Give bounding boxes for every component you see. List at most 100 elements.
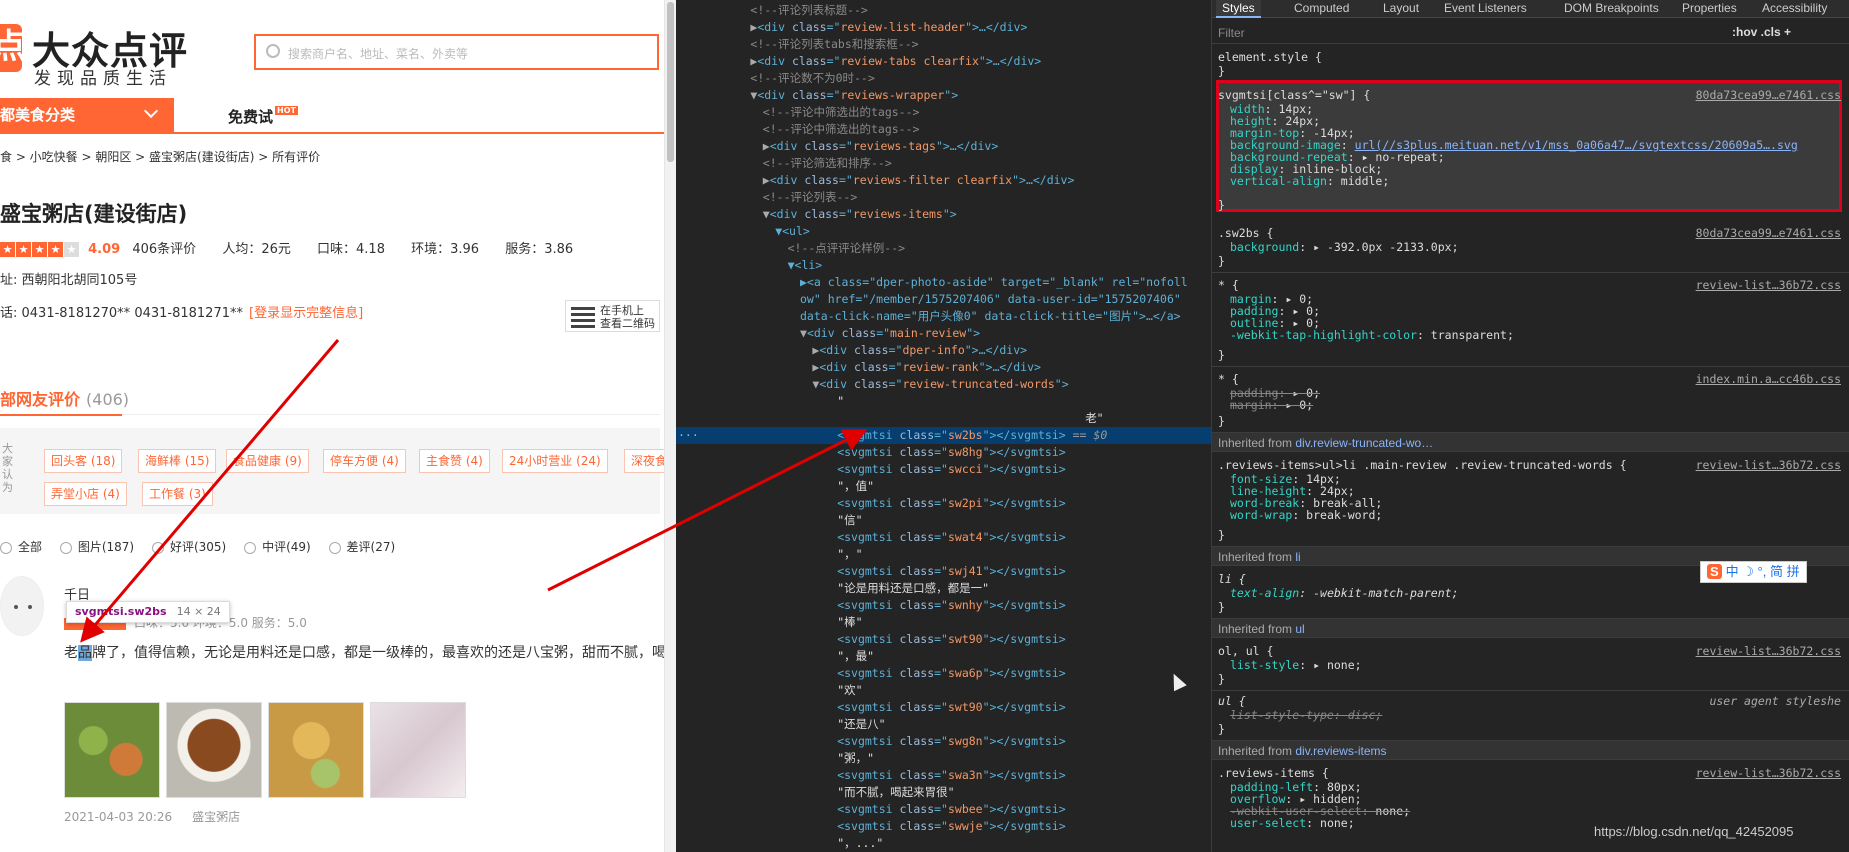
review-photo[interactable] xyxy=(64,702,160,798)
css-property[interactable]: vertical-align: middle; xyxy=(1230,174,1389,188)
review-tag[interactable]: 停车方便 (4) xyxy=(323,449,406,473)
rule7-prop[interactable]: list-style: ▸ none; xyxy=(1230,658,1362,672)
dom-text-node[interactable]: "还是八" xyxy=(676,716,1211,733)
avatar[interactable] xyxy=(0,576,44,636)
dom-text-node[interactable]: " xyxy=(676,393,1211,410)
inherited-element[interactable]: ul xyxy=(1295,622,1304,636)
dom-node-svgmtsi[interactable]: <svgmtsi class="swat4"></svgmtsi> xyxy=(676,529,1211,546)
dom-node[interactable]: ▼<div class="reviews-items"> xyxy=(676,206,1211,223)
dom-node-svgmtsi[interactable]: <svgmtsi class="swj41"></svgmtsi> xyxy=(676,563,1211,580)
free-trial-link[interactable]: 免费试 HOT xyxy=(228,106,298,127)
tab-layout[interactable]: Layout xyxy=(1383,0,1419,18)
dom-node[interactable]: ▶<div class="dper-info">…</div> xyxy=(676,342,1211,359)
tab-event-listeners[interactable]: Event Listeners xyxy=(1444,0,1527,18)
dom-node-svgmtsi[interactable]: <svgmtsi class="swt90"></svgmtsi> xyxy=(676,699,1211,716)
dom-node-svgmtsi[interactable]: <svgmtsi class="sw2bs"></svgmtsi> == $0 ·… xyxy=(676,427,1211,444)
dom-node[interactable]: ▼<div class="review-truncated-words"> xyxy=(676,376,1211,393)
filter-positive[interactable]: 好评(305) xyxy=(151,540,226,554)
tab-styles[interactable]: Styles xyxy=(1216,0,1261,18)
rule2-selector[interactable]: .sw2bs { xyxy=(1218,226,1273,240)
styles-filter-input[interactable]: Filter xyxy=(1218,26,1245,40)
dom-comment[interactable]: <!--点评评论样例--> xyxy=(676,240,1211,257)
element-style-rule[interactable]: element.style { xyxy=(1218,50,1322,64)
dom-text-node[interactable]: "棒" xyxy=(676,614,1211,631)
review-tag[interactable]: 回头客 (18) xyxy=(44,449,123,473)
rule4-source-link[interactable]: index.min.a…cc46b.css xyxy=(1696,372,1841,386)
dom-text-node[interactable]: "论是用料还是口感，都是一" xyxy=(676,580,1211,597)
review-photo[interactable] xyxy=(166,702,262,798)
node-menu-icon[interactable]: ··· xyxy=(678,427,699,444)
login-show-phone-link[interactable]: [登录显示完整信息] xyxy=(249,306,363,321)
inherited-element[interactable]: div.review-truncated-wo… xyxy=(1295,436,1433,450)
rule4-selector[interactable]: * { xyxy=(1218,372,1239,386)
dom-comment[interactable]: <!--评论中筛选出的tags--> xyxy=(676,104,1211,121)
rule7-selector[interactable]: ol, ul { xyxy=(1218,644,1273,658)
dom-node[interactable]: ▼<ul> xyxy=(676,223,1211,240)
dom-node-svgmtsi[interactable]: <svgmtsi class="swa6p"></svgmtsi> xyxy=(676,665,1211,682)
filter-negative[interactable]: 差评(27) xyxy=(328,540,395,554)
rule9-selector[interactable]: .reviews-items { xyxy=(1218,766,1329,780)
review-tag[interactable]: 海鲜棒 (15) xyxy=(138,449,217,473)
review-tag[interactable]: 主食赞 (4) xyxy=(419,449,490,473)
qr-code-button[interactable]: 在手机上 查看二维码 xyxy=(565,300,660,332)
dom-node[interactable]: ▶<div class="reviews-filter clearfix">…<… xyxy=(676,172,1211,189)
filter-neutral[interactable]: 中评(49) xyxy=(244,540,311,554)
rule6-selector[interactable]: li { xyxy=(1218,572,1246,586)
dom-node[interactable]: ▶<div class="review-tabs clearfix">…</di… xyxy=(676,53,1211,70)
rule9-source-link[interactable]: review-list…36b72.css xyxy=(1696,766,1841,780)
dom-comment[interactable]: <!--评论中筛选出的tags--> xyxy=(676,121,1211,138)
dom-node[interactable]: ▼<div class="reviews-wrapper"> xyxy=(676,87,1211,104)
review-photo[interactable] xyxy=(370,702,466,798)
dom-text-node[interactable]: "欢" xyxy=(676,682,1211,699)
page-scrollbar[interactable] xyxy=(664,0,676,852)
css-property[interactable]: user-select: none; xyxy=(1230,816,1355,830)
search-input[interactable]: 搜索商户名、地址、菜名、外卖等 xyxy=(254,34,659,70)
dom-node-svgmtsi[interactable]: <svgmtsi class="swnhy"></svgmtsi> xyxy=(676,597,1211,614)
tab-computed[interactable]: Computed xyxy=(1294,0,1349,18)
rule1-selector[interactable]: svgmtsi[class^="sw"] { xyxy=(1218,88,1370,102)
rule1-source-link[interactable]: 80da73cea99…e7461.css xyxy=(1696,88,1841,102)
dom-comment[interactable]: <!--评论列表tabs和搜索框--> xyxy=(676,36,1211,53)
rule7-source-link[interactable]: review-list…36b72.css xyxy=(1696,644,1841,658)
dom-node-svgmtsi[interactable]: <svgmtsi class="swg8n"></svgmtsi> xyxy=(676,733,1211,750)
dom-text-node[interactable]: "，" xyxy=(676,546,1211,563)
tab-properties[interactable]: Properties xyxy=(1682,0,1737,18)
dom-text-node[interactable]: "，..." xyxy=(676,835,1211,852)
dom-text-node[interactable]: "信" xyxy=(676,512,1211,529)
dom-text-node[interactable]: "，最" xyxy=(676,648,1211,665)
review-photo[interactable] xyxy=(268,702,364,798)
dom-node-svgmtsi[interactable]: <svgmtsi class="swt90"></svgmtsi> xyxy=(676,631,1211,648)
dom-text-node[interactable]: "而不腻，喝起来胃很" xyxy=(676,784,1211,801)
dom-node[interactable]: ▼<div class="main-review"> xyxy=(676,325,1211,342)
css-property[interactable]: margin: ▸ 0; xyxy=(1230,398,1313,412)
dom-text-node[interactable]: 老" xyxy=(676,410,1211,427)
filter-all[interactable]: 全部 xyxy=(0,540,42,554)
dom-node-svgmtsi[interactable]: <svgmtsi class="sw2pi"></svgmtsi> xyxy=(676,495,1211,512)
dom-node-svgmtsi[interactable]: <svgmtsi class="swa3n"></svgmtsi> xyxy=(676,767,1211,784)
dom-node[interactable]: ▶<div class="reviews-tags">…</div> xyxy=(676,138,1211,155)
review-tag[interactable]: 弄堂小店 (4) xyxy=(44,482,127,506)
review-shop[interactable]: 盛宝粥店 xyxy=(192,810,240,824)
dom-node[interactable]: ▶<div class="review-list-header">…</div> xyxy=(676,19,1211,36)
dom-node-svgmtsi[interactable]: <svgmtsi class="swwje"></svgmtsi> xyxy=(676,818,1211,835)
dom-comment[interactable]: <!--评论数不为0时--> xyxy=(676,70,1211,87)
dom-node-svgmtsi[interactable]: <svgmtsi class="swbee"></svgmtsi> xyxy=(676,801,1211,818)
rule2-source-link[interactable]: 80da73cea99…e7461.css xyxy=(1696,226,1841,240)
filter-photos[interactable]: 图片(187) xyxy=(59,540,134,554)
dom-node[interactable]: data-click-name="用户头像0" data-click-title… xyxy=(676,308,1211,325)
tab-dom-breakpoints[interactable]: DOM Breakpoints xyxy=(1564,0,1659,18)
category-menu-button[interactable]: 都美食分类 xyxy=(0,98,174,132)
review-tag[interactable]: 24小时营业 (24) xyxy=(502,449,608,473)
ime-toolbar[interactable]: S中 ☽ °, 简 拼 xyxy=(1700,561,1807,583)
review-tag[interactable]: 食品健康 (9) xyxy=(226,449,309,473)
rule5-source-link[interactable]: review-list…36b72.css xyxy=(1696,458,1841,472)
dom-node[interactable]: ▶<a class="dper-photo-aside" target="_bl… xyxy=(676,274,1211,291)
reviews-section-title[interactable]: 部网友评价 (406) xyxy=(0,386,129,410)
rule3-selector[interactable]: * { xyxy=(1218,278,1239,292)
css-property[interactable]: -webkit-tap-highlight-color: transparent… xyxy=(1230,328,1514,342)
css-property[interactable]: word-wrap: break-word; xyxy=(1230,508,1382,522)
review-tag[interactable]: 工作餐 (3) xyxy=(142,482,213,506)
breadcrumb[interactable]: 食 > 小吃快餐 > 朝阳区 > 盛宝粥店(建设街店) > 所有评价 xyxy=(0,148,320,165)
inherited-element[interactable]: li xyxy=(1295,550,1300,564)
rule5-selector[interactable]: .reviews-items>ul>li .main-review .revie… xyxy=(1218,458,1627,472)
